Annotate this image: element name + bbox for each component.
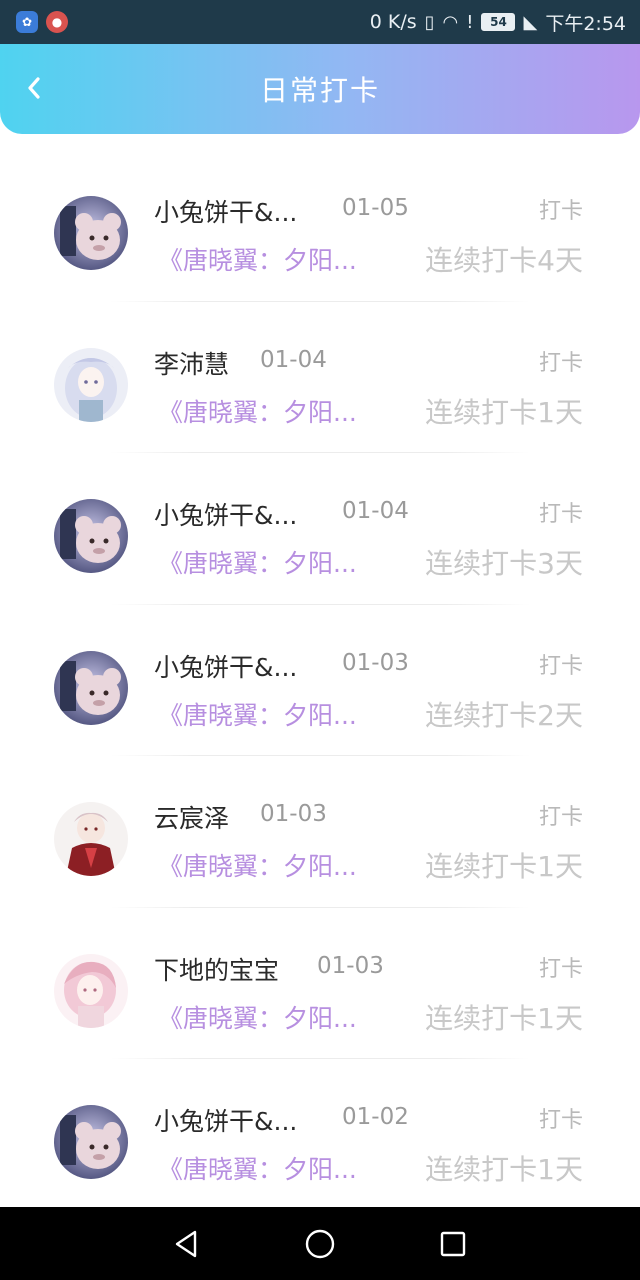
checkin-button[interactable]: 打卡	[539, 648, 583, 680]
user-name: 小兔饼干&...	[154, 652, 298, 682]
checkin-button[interactable]: 打卡	[539, 1102, 583, 1134]
clock: 下午2:54	[545, 12, 626, 35]
user-name: 李沛慧	[154, 349, 230, 379]
book-title-link[interactable]: 《唐晓翼：夕阳...	[158, 1150, 357, 1186]
nav-back-button[interactable]	[167, 1224, 207, 1264]
avatar[interactable]	[54, 196, 128, 270]
checkin-button[interactable]: 打卡	[539, 951, 583, 983]
avatar[interactable]	[54, 953, 128, 1028]
alert-icon: !	[466, 11, 474, 33]
checkin-date: 01-05	[342, 195, 409, 221]
wifi-icon: ◠	[442, 11, 459, 33]
streak-label: 连续打卡3天	[425, 547, 583, 580]
list-item[interactable]: 云宸泽 01-03 打卡《唐晓翼：夕阳... 连续打卡1天	[0, 756, 640, 908]
checkin-date: 01-03	[342, 649, 409, 676]
system-nav-bar	[0, 1207, 640, 1280]
streak-label: 连续打卡1天	[425, 395, 583, 429]
list-item[interactable]: 小兔饼干&... 01-05 打卡《唐晓翼：夕阳... 连续打卡4天	[0, 150, 640, 302]
square-recents-icon	[441, 1231, 466, 1256]
list-item[interactable]: 小兔饼干&... 01-03 打卡《唐晓翼：夕阳... 连续打卡2天	[0, 605, 640, 756]
checkin-date: 01-03	[317, 952, 384, 979]
list-item[interactable]: 李沛慧 01-04 打卡《唐晓翼：夕阳... 连续打卡1天	[0, 302, 640, 453]
checkin-date: 01-03	[260, 801, 327, 827]
avatar[interactable]	[54, 650, 128, 725]
circle-home-icon	[305, 1229, 335, 1258]
status-left: ✿ ●	[16, 11, 68, 33]
checkin-date: 01-04	[342, 498, 409, 524]
user-name: 小兔饼干&...	[154, 501, 298, 530]
avatar[interactable]	[54, 499, 128, 573]
user-name: 小兔饼干&...	[154, 1107, 298, 1136]
notification-app-icon: ●	[46, 11, 68, 33]
checkin-date: 01-04	[260, 346, 327, 373]
book-title-link[interactable]: 《唐晓翼：夕阳...	[158, 696, 357, 732]
book-title-link[interactable]: 《唐晓翼：夕阳...	[158, 544, 357, 580]
nav-home-button[interactable]	[300, 1224, 340, 1264]
list-item[interactable]: 小兔饼干&... 01-02 打卡《唐晓翼：夕阳... 连续打卡1天	[0, 1059, 640, 1211]
status-bar: ✿ ● 0 K/s ▯ ◠ ! 54 ◣ 下午2:54	[0, 0, 640, 44]
status-right: 0 K/s ▯ ◠ ! 54 ◣ 下午2:54	[370, 9, 626, 36]
streak-label: 连续打卡4天	[425, 244, 583, 277]
book-title-link[interactable]: 《唐晓翼：夕阳...	[158, 241, 357, 277]
header: 日常打卡	[0, 44, 640, 134]
user-name: 下地的宝宝	[154, 955, 280, 985]
vibrate-icon: ▯	[424, 11, 435, 33]
book-title-link[interactable]: 《唐晓翼：夕阳...	[158, 847, 357, 883]
checkin-button[interactable]: 打卡	[539, 799, 583, 831]
checkin-date: 01-02	[342, 1104, 409, 1130]
checkin-button[interactable]: 打卡	[539, 193, 583, 225]
checkin-list: 小兔饼干&... 01-05 打卡 《唐晓翼：夕阳... 连续打卡4天 李沛慧 01-04 打…	[0, 150, 640, 1211]
streak-label: 连续打卡2天	[425, 698, 583, 732]
battery-icon: 54	[481, 13, 516, 31]
chevron-left-icon	[28, 77, 40, 99]
avatar[interactable]	[54, 1105, 128, 1179]
streak-label: 连续打卡1天	[425, 850, 583, 883]
list-item[interactable]: 小兔饼干&... 01-04 打卡《唐晓翼：夕阳... 连续打卡3天	[0, 453, 640, 605]
nav-recents-button[interactable]	[433, 1224, 473, 1264]
list-item[interactable]: 下地的宝宝 01-03 打卡《唐晓翼：夕阳... 连续打卡1天	[0, 908, 640, 1059]
avatar[interactable]	[54, 347, 128, 422]
book-title-link[interactable]: 《唐晓翼：夕阳...	[158, 999, 357, 1035]
streak-label: 连续打卡1天	[425, 1153, 583, 1186]
user-name: 小兔饼干&...	[154, 198, 298, 227]
page-title: 日常打卡	[259, 74, 380, 107]
triangle-back-icon	[175, 1230, 196, 1257]
avatar[interactable]	[54, 802, 128, 876]
book-title-link[interactable]: 《唐晓翼：夕阳...	[158, 393, 357, 429]
user-name: 云宸泽	[154, 804, 230, 833]
checkin-button[interactable]: 打卡	[539, 496, 583, 528]
back-button[interactable]	[18, 72, 50, 104]
leaf-icon: ◣	[523, 11, 538, 33]
checkin-button[interactable]: 打卡	[539, 345, 583, 377]
network-speed: 0 K/s	[369, 11, 417, 33]
paw-app-icon: ✿	[16, 11, 38, 33]
streak-label: 连续打卡1天	[425, 1001, 583, 1035]
